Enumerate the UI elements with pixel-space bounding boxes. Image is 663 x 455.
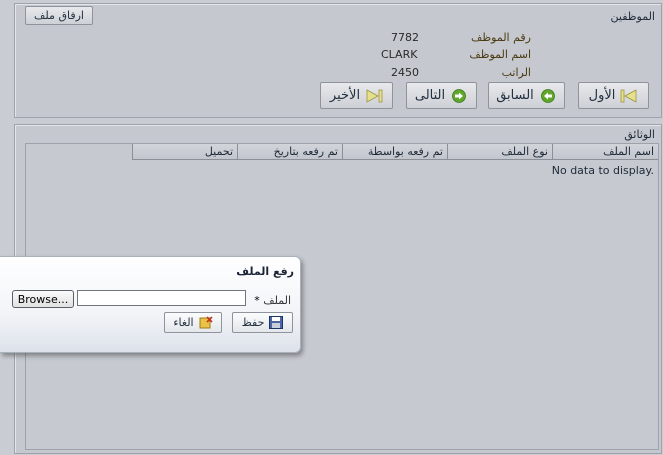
column-header-file-type[interactable]: نوع الملف (447, 144, 552, 160)
previous-label: السابق (496, 88, 534, 103)
cancel-button[interactable]: الغاء (164, 312, 222, 333)
required-mark: * (254, 294, 260, 307)
file-label-text: الملف (263, 294, 291, 307)
previous-button[interactable]: السابق (488, 82, 565, 109)
floppy-disk-icon (269, 316, 284, 329)
file-path-input[interactable] (77, 290, 246, 306)
first-button[interactable]: الأول (578, 82, 649, 109)
dialog-title: رفع الملف (236, 265, 294, 278)
arrow-right-circle-icon (452, 88, 467, 103)
attach-file-button[interactable]: ارفاق ملف (25, 6, 93, 25)
field-label: اسم الموظف (469, 48, 531, 61)
first-icon (620, 88, 637, 103)
file-label: * الملف (254, 294, 291, 307)
last-icon (366, 88, 383, 103)
last-label: الأخير (329, 88, 361, 103)
field-value: 7782 (391, 31, 419, 44)
last-button[interactable]: الأخير (320, 82, 393, 109)
employee-panel-title: الموظفين (610, 10, 655, 23)
browse-button[interactable]: Browse... (12, 290, 74, 308)
field-label: رقم الموظف (471, 31, 531, 44)
column-header-uploaded-by[interactable]: تم رفعه بواسطة (342, 144, 447, 160)
field-value: 2450 (391, 66, 419, 79)
save-button[interactable]: حفظ (232, 312, 293, 333)
save-label: حفظ (241, 316, 265, 329)
grid-header: اسم الملف نوع الملف تم رفعه بواسطة تم رف… (132, 144, 658, 160)
field-label: الراتب (501, 66, 531, 79)
cancel-label: الغاء (173, 316, 194, 329)
column-header-file-name[interactable]: اسم الملف (552, 144, 658, 160)
next-button[interactable]: التالى (406, 82, 477, 109)
column-header-upload-date[interactable]: تم رفعه بتاريخ (237, 144, 342, 160)
first-label: الأول (588, 88, 616, 103)
cancel-icon (199, 316, 213, 329)
arrow-left-circle-icon (540, 88, 555, 103)
field-value: CLARK (381, 48, 418, 61)
documents-panel-title: الوثائق (624, 128, 655, 141)
empty-message: No data to display. (551, 164, 654, 177)
employee-panel: الموظفين ارفاق ملف رقم الموظف 7782 اسم ا… (14, 3, 662, 118)
next-label: التالى (414, 88, 446, 103)
column-header-download[interactable]: تحميل (132, 144, 237, 160)
upload-dialog: رفع الملف * الملف Browse... حفظ الغاء (0, 256, 301, 353)
